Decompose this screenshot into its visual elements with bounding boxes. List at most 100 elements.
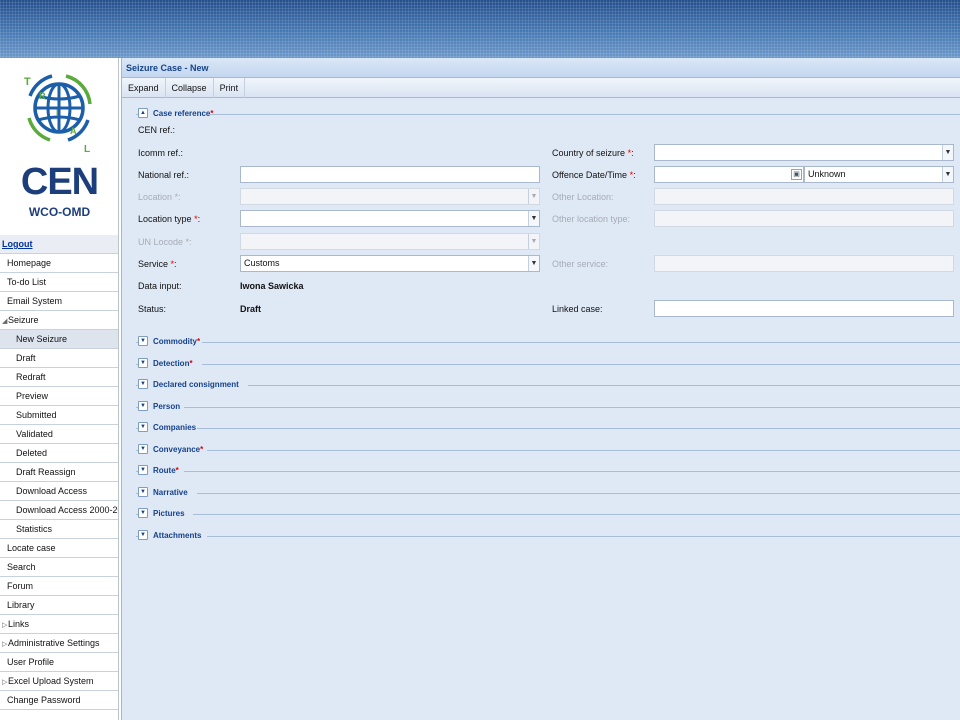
sidebar-item-label: Homepage	[7, 258, 52, 268]
sidebar-item-download-access-2000-2010[interactable]: Download Access 2000-2010	[0, 501, 118, 520]
sidebar-item-library[interactable]: Library	[0, 596, 118, 615]
chevron-down-icon: ▼	[528, 256, 539, 271]
expand-icon[interactable]: ▼	[138, 529, 148, 540]
country-of-seizure-select[interactable]: ▼	[654, 144, 954, 161]
sidebar-item-new-seizure[interactable]: New Seizure	[0, 330, 118, 349]
seizure-case-panel: Seizure Case - New Expand Collapse Print…	[121, 58, 960, 720]
sidebar-item-submitted[interactable]: Submitted	[0, 406, 118, 425]
expand-icon[interactable]: ▼	[138, 486, 148, 497]
sidebar-item-email-system[interactable]: Email System	[0, 292, 118, 311]
section-title: Declared consignment	[153, 380, 239, 389]
sidebar-item-draft-reassign[interactable]: Draft Reassign	[0, 463, 118, 482]
chevron-down-icon: ▼	[942, 167, 953, 182]
location-select[interactable]: ▼	[240, 188, 540, 205]
logo-letter: A	[70, 126, 77, 136]
linked-case-input[interactable]	[654, 300, 954, 317]
section-declared-consignment[interactable]: ▼ Declared consignment	[136, 379, 960, 391]
logo-letter: I	[56, 108, 59, 118]
sidebar-item-administrative-settings[interactable]: ▷Administrative Settings	[0, 634, 118, 653]
sidebar-item-homepage[interactable]: Homepage	[0, 254, 118, 273]
section-title: Person	[153, 401, 181, 411]
expand-icon[interactable]: ▼	[138, 465, 148, 475]
sidebar-item-links[interactable]: ▷Links	[0, 615, 118, 634]
expand-icon[interactable]: ▼	[138, 379, 148, 389]
section-route[interactable]: ▼ Route*	[136, 465, 960, 477]
section-title: Pictures	[153, 509, 185, 518]
globe-logo-icon: T R I A L	[24, 74, 92, 155]
collapse-icon[interactable]: ▲	[138, 108, 148, 118]
section-attachments[interactable]: ▼ Attachments	[136, 529, 960, 542]
panel-toolbar: Expand Collapse Print	[122, 77, 960, 98]
sidebar-item-change-password[interactable]: Change Password	[0, 691, 118, 710]
expand-icon[interactable]: ▼	[138, 508, 148, 518]
print-button[interactable]: Print	[214, 77, 246, 98]
section-title: Commodity*	[153, 337, 201, 346]
linked-case-label: Linked case:	[552, 304, 603, 314]
un-locode-label: UN Locode *:	[138, 237, 192, 247]
sidebar-item-label: Draft Reassign	[16, 467, 76, 477]
section-commodity[interactable]: ▼ Commodity*	[136, 336, 960, 348]
sidebar-item-label: User Profile	[7, 657, 55, 667]
sidebar-item-locate-case[interactable]: Locate case	[0, 539, 118, 558]
other-location-type-input[interactable]	[654, 210, 954, 227]
sidebar-item-logout[interactable]: Logout	[0, 235, 118, 254]
expand-icon[interactable]: ▼	[138, 422, 148, 432]
section-pictures[interactable]: ▼ Pictures	[136, 508, 960, 520]
other-location-input[interactable]	[654, 188, 954, 205]
sidebar-item-label: Locate case	[7, 543, 56, 553]
location-type-select[interactable]: ▼	[240, 210, 540, 227]
sidebar-item-draft[interactable]: Draft	[0, 349, 118, 368]
expand-icon[interactable]: ▼	[138, 336, 148, 346]
sidebar-item-redraft[interactable]: Redraft	[0, 368, 118, 387]
sidebar-item-label: Statistics	[16, 524, 53, 534]
sidebar-item-validated[interactable]: Validated	[0, 425, 118, 444]
sidebar-item-statistics[interactable]: Statistics	[0, 520, 118, 539]
other-service-label: Other service:	[552, 259, 609, 269]
service-select[interactable]: Customs ▼	[240, 255, 540, 272]
sidebar-item-user-profile[interactable]: User Profile	[0, 653, 118, 672]
cen-logo: T R I A L CEN WCO-OMD	[0, 58, 118, 235]
section-companies[interactable]: ▼ Companies	[136, 422, 960, 434]
data-input-label: Data input:	[138, 281, 182, 291]
section-person[interactable]: ▼ Person	[136, 400, 960, 413]
expand-icon[interactable]: ▼	[138, 443, 148, 454]
sidebar-item-preview[interactable]: Preview	[0, 387, 118, 406]
expand-button[interactable]: Expand	[122, 77, 166, 98]
location-label: Location *:	[138, 192, 181, 202]
expand-icon[interactable]: ▼	[138, 357, 148, 368]
logo-subtitle: WCO-OMD	[28, 205, 91, 219]
offence-time-select[interactable]: Unknown ▼	[804, 166, 954, 183]
calendar-icon[interactable]: ▣	[791, 169, 802, 180]
icomm-ref-label: Icomm ref.:	[138, 148, 184, 158]
sidebar-nav: Logout Homepage To-do List Email System ◢Sei…	[0, 235, 118, 710]
offence-date-input[interactable]: ▣	[654, 166, 804, 183]
sidebar-item-forum[interactable]: Forum	[0, 577, 118, 596]
sidebar-item-label: Links	[8, 619, 30, 629]
logo-letter: L	[84, 144, 90, 155]
national-ref-input[interactable]	[240, 166, 540, 183]
sidebar-item-search[interactable]: Search	[0, 558, 118, 577]
section-conveyance[interactable]: ▼ Conveyance*	[136, 443, 960, 456]
section-detection[interactable]: ▼ Detection*	[136, 357, 960, 370]
logo-letter: R	[39, 91, 46, 101]
sidebar-item-label: Submitted	[16, 410, 57, 420]
cen-ref-label: CEN ref.:	[138, 125, 176, 135]
status-value: Draft	[240, 304, 262, 314]
sidebar-item-download-access[interactable]: Download Access	[0, 482, 118, 501]
sidebar-item-label: Forum	[7, 581, 34, 591]
sidebar-item-excel-upload-system[interactable]: ▷Excel Upload System	[0, 672, 118, 691]
sidebar-item-deleted[interactable]: Deleted	[0, 444, 118, 463]
sidebar-item-seizure[interactable]: ◢Seizure	[0, 311, 118, 330]
un-locode-select[interactable]: ▼	[240, 233, 540, 250]
section-case-reference[interactable]: ▲ Case reference*	[136, 108, 960, 120]
top-banner	[0, 0, 960, 58]
sidebar-item-to-do-list[interactable]: To-do List	[0, 273, 118, 292]
collapse-button[interactable]: Collapse	[166, 77, 214, 98]
section-narrative[interactable]: ▼ Narrative	[136, 486, 960, 499]
sidebar-item-label: Search	[7, 562, 36, 572]
sidebar-item-label: Library	[7, 600, 35, 610]
expand-icon[interactable]: ▼	[138, 400, 148, 411]
other-service-input[interactable]	[654, 255, 954, 272]
sidebar-item-label: Preview	[16, 391, 49, 401]
location-type-label: Location type *:	[138, 214, 201, 224]
